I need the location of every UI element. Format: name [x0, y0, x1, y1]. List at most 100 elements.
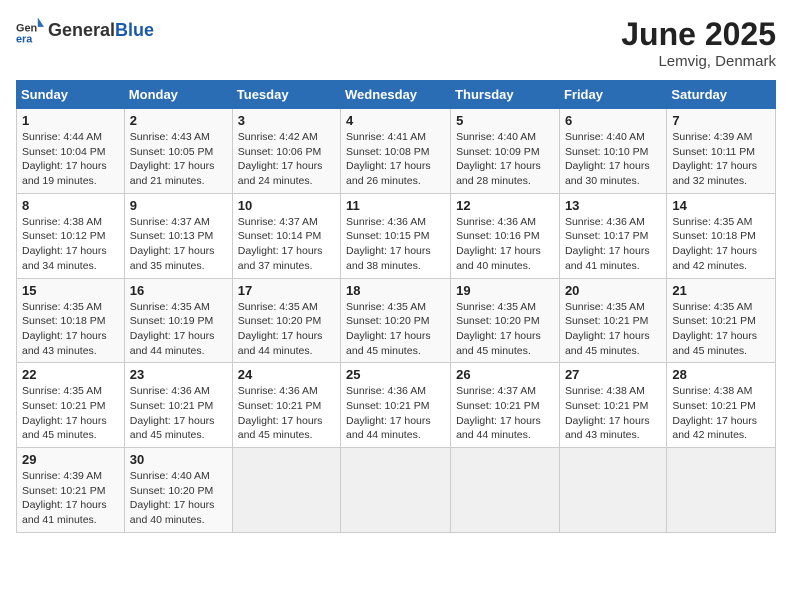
- logo: Gen era GeneralBlue: [16, 16, 154, 44]
- day-number: 15: [22, 283, 119, 298]
- day-info: Sunrise: 4:40 AMSunset: 10:09 PMDaylight…: [456, 130, 554, 189]
- calendar-cell: 26 Sunrise: 4:37 AMSunset: 10:21 PMDayli…: [451, 363, 560, 448]
- calendar-body: 1 Sunrise: 4:44 AMSunset: 10:04 PMDaylig…: [17, 109, 776, 533]
- day-info: Sunrise: 4:35 AMSunset: 10:19 PMDaylight…: [130, 300, 227, 359]
- day-number: 11: [346, 198, 445, 213]
- day-info: Sunrise: 4:41 AMSunset: 10:08 PMDaylight…: [346, 130, 445, 189]
- day-number: 2: [130, 113, 227, 128]
- calendar-cell: 23 Sunrise: 4:36 AMSunset: 10:21 PMDayli…: [124, 363, 232, 448]
- calendar-cell: 9 Sunrise: 4:37 AMSunset: 10:13 PMDaylig…: [124, 193, 232, 278]
- day-info: Sunrise: 4:37 AMSunset: 10:13 PMDaylight…: [130, 215, 227, 274]
- logo-blue: Blue: [115, 20, 154, 41]
- weekday-header-cell: Monday: [124, 81, 232, 109]
- day-info: Sunrise: 4:39 AMSunset: 10:21 PMDaylight…: [22, 469, 119, 528]
- page-header: Gen era GeneralBlue June 2025 Lemvig, De…: [16, 16, 776, 70]
- calendar-cell: 14 Sunrise: 4:35 AMSunset: 10:18 PMDayli…: [667, 193, 776, 278]
- day-number: 28: [672, 367, 770, 382]
- calendar-cell: [232, 448, 340, 533]
- day-info: Sunrise: 4:37 AMSunset: 10:21 PMDaylight…: [456, 384, 554, 443]
- calendar-cell: 28 Sunrise: 4:38 AMSunset: 10:21 PMDayli…: [667, 363, 776, 448]
- day-number: 6: [565, 113, 661, 128]
- weekday-header-cell: Wednesday: [341, 81, 451, 109]
- day-info: Sunrise: 4:35 AMSunset: 10:20 PMDaylight…: [346, 300, 445, 359]
- day-number: 12: [456, 198, 554, 213]
- calendar-cell: 18 Sunrise: 4:35 AMSunset: 10:20 PMDayli…: [341, 278, 451, 363]
- day-info: Sunrise: 4:35 AMSunset: 10:21 PMDaylight…: [565, 300, 661, 359]
- day-number: 16: [130, 283, 227, 298]
- day-number: 26: [456, 367, 554, 382]
- day-number: 29: [22, 452, 119, 467]
- weekday-header-cell: Friday: [559, 81, 666, 109]
- calendar-week-row: 1 Sunrise: 4:44 AMSunset: 10:04 PMDaylig…: [17, 109, 776, 194]
- day-info: Sunrise: 4:35 AMSunset: 10:21 PMDaylight…: [22, 384, 119, 443]
- calendar-cell: 12 Sunrise: 4:36 AMSunset: 10:16 PMDayli…: [451, 193, 560, 278]
- calendar-cell: 16 Sunrise: 4:35 AMSunset: 10:19 PMDayli…: [124, 278, 232, 363]
- weekday-header-cell: Saturday: [667, 81, 776, 109]
- calendar-table: SundayMondayTuesdayWednesdayThursdayFrid…: [16, 80, 776, 533]
- calendar-cell: 21 Sunrise: 4:35 AMSunset: 10:21 PMDayli…: [667, 278, 776, 363]
- day-info: Sunrise: 4:36 AMSunset: 10:21 PMDaylight…: [130, 384, 227, 443]
- calendar-cell: 5 Sunrise: 4:40 AMSunset: 10:09 PMDaylig…: [451, 109, 560, 194]
- day-info: Sunrise: 4:35 AMSunset: 10:18 PMDaylight…: [672, 215, 770, 274]
- day-number: 3: [238, 113, 335, 128]
- day-number: 25: [346, 367, 445, 382]
- svg-text:era: era: [16, 33, 33, 44]
- title-block: June 2025 Lemvig, Denmark: [621, 16, 776, 70]
- day-number: 14: [672, 198, 770, 213]
- calendar-cell: 13 Sunrise: 4:36 AMSunset: 10:17 PMDayli…: [559, 193, 666, 278]
- day-info: Sunrise: 4:36 AMSunset: 10:16 PMDaylight…: [456, 215, 554, 274]
- day-info: Sunrise: 4:36 AMSunset: 10:17 PMDaylight…: [565, 215, 661, 274]
- logo-icon: Gen era: [16, 16, 44, 44]
- calendar-cell: 10 Sunrise: 4:37 AMSunset: 10:14 PMDayli…: [232, 193, 340, 278]
- day-number: 21: [672, 283, 770, 298]
- day-number: 19: [456, 283, 554, 298]
- calendar-cell: 19 Sunrise: 4:35 AMSunset: 10:20 PMDayli…: [451, 278, 560, 363]
- day-info: Sunrise: 4:40 AMSunset: 10:20 PMDaylight…: [130, 469, 227, 528]
- day-info: Sunrise: 4:44 AMSunset: 10:04 PMDaylight…: [22, 130, 119, 189]
- day-number: 18: [346, 283, 445, 298]
- calendar-cell: 24 Sunrise: 4:36 AMSunset: 10:21 PMDayli…: [232, 363, 340, 448]
- calendar-week-row: 8 Sunrise: 4:38 AMSunset: 10:12 PMDaylig…: [17, 193, 776, 278]
- weekday-header-cell: Thursday: [451, 81, 560, 109]
- calendar-week-row: 29 Sunrise: 4:39 AMSunset: 10:21 PMDayli…: [17, 448, 776, 533]
- day-number: 27: [565, 367, 661, 382]
- day-info: Sunrise: 4:36 AMSunset: 10:21 PMDaylight…: [346, 384, 445, 443]
- day-number: 4: [346, 113, 445, 128]
- calendar-cell: 4 Sunrise: 4:41 AMSunset: 10:08 PMDaylig…: [341, 109, 451, 194]
- day-number: 24: [238, 367, 335, 382]
- day-info: Sunrise: 4:42 AMSunset: 10:06 PMDaylight…: [238, 130, 335, 189]
- calendar-cell: [559, 448, 666, 533]
- day-info: Sunrise: 4:38 AMSunset: 10:21 PMDaylight…: [565, 384, 661, 443]
- calendar-cell: 2 Sunrise: 4:43 AMSunset: 10:05 PMDaylig…: [124, 109, 232, 194]
- calendar-cell: 3 Sunrise: 4:42 AMSunset: 10:06 PMDaylig…: [232, 109, 340, 194]
- day-info: Sunrise: 4:39 AMSunset: 10:11 PMDaylight…: [672, 130, 770, 189]
- calendar-cell: [341, 448, 451, 533]
- day-info: Sunrise: 4:35 AMSunset: 10:20 PMDaylight…: [238, 300, 335, 359]
- calendar-cell: 29 Sunrise: 4:39 AMSunset: 10:21 PMDayli…: [17, 448, 125, 533]
- day-number: 23: [130, 367, 227, 382]
- day-info: Sunrise: 4:36 AMSunset: 10:21 PMDaylight…: [238, 384, 335, 443]
- day-info: Sunrise: 4:43 AMSunset: 10:05 PMDaylight…: [130, 130, 227, 189]
- calendar-cell: 30 Sunrise: 4:40 AMSunset: 10:20 PMDayli…: [124, 448, 232, 533]
- day-info: Sunrise: 4:35 AMSunset: 10:18 PMDaylight…: [22, 300, 119, 359]
- calendar-cell: 22 Sunrise: 4:35 AMSunset: 10:21 PMDayli…: [17, 363, 125, 448]
- day-info: Sunrise: 4:35 AMSunset: 10:21 PMDaylight…: [672, 300, 770, 359]
- calendar-cell: 20 Sunrise: 4:35 AMSunset: 10:21 PMDayli…: [559, 278, 666, 363]
- day-number: 17: [238, 283, 335, 298]
- calendar-cell: 15 Sunrise: 4:35 AMSunset: 10:18 PMDayli…: [17, 278, 125, 363]
- day-info: Sunrise: 4:40 AMSunset: 10:10 PMDaylight…: [565, 130, 661, 189]
- day-number: 5: [456, 113, 554, 128]
- month-year-title: June 2025: [621, 16, 776, 53]
- calendar-cell: 11 Sunrise: 4:36 AMSunset: 10:15 PMDayli…: [341, 193, 451, 278]
- day-number: 20: [565, 283, 661, 298]
- calendar-cell: 27 Sunrise: 4:38 AMSunset: 10:21 PMDayli…: [559, 363, 666, 448]
- weekday-header-cell: Tuesday: [232, 81, 340, 109]
- calendar-cell: 17 Sunrise: 4:35 AMSunset: 10:20 PMDayli…: [232, 278, 340, 363]
- day-number: 7: [672, 113, 770, 128]
- day-number: 30: [130, 452, 227, 467]
- calendar-cell: [451, 448, 560, 533]
- calendar-cell: 8 Sunrise: 4:38 AMSunset: 10:12 PMDaylig…: [17, 193, 125, 278]
- day-info: Sunrise: 4:38 AMSunset: 10:21 PMDaylight…: [672, 384, 770, 443]
- day-info: Sunrise: 4:35 AMSunset: 10:20 PMDaylight…: [456, 300, 554, 359]
- location-label: Lemvig, Denmark: [621, 53, 776, 70]
